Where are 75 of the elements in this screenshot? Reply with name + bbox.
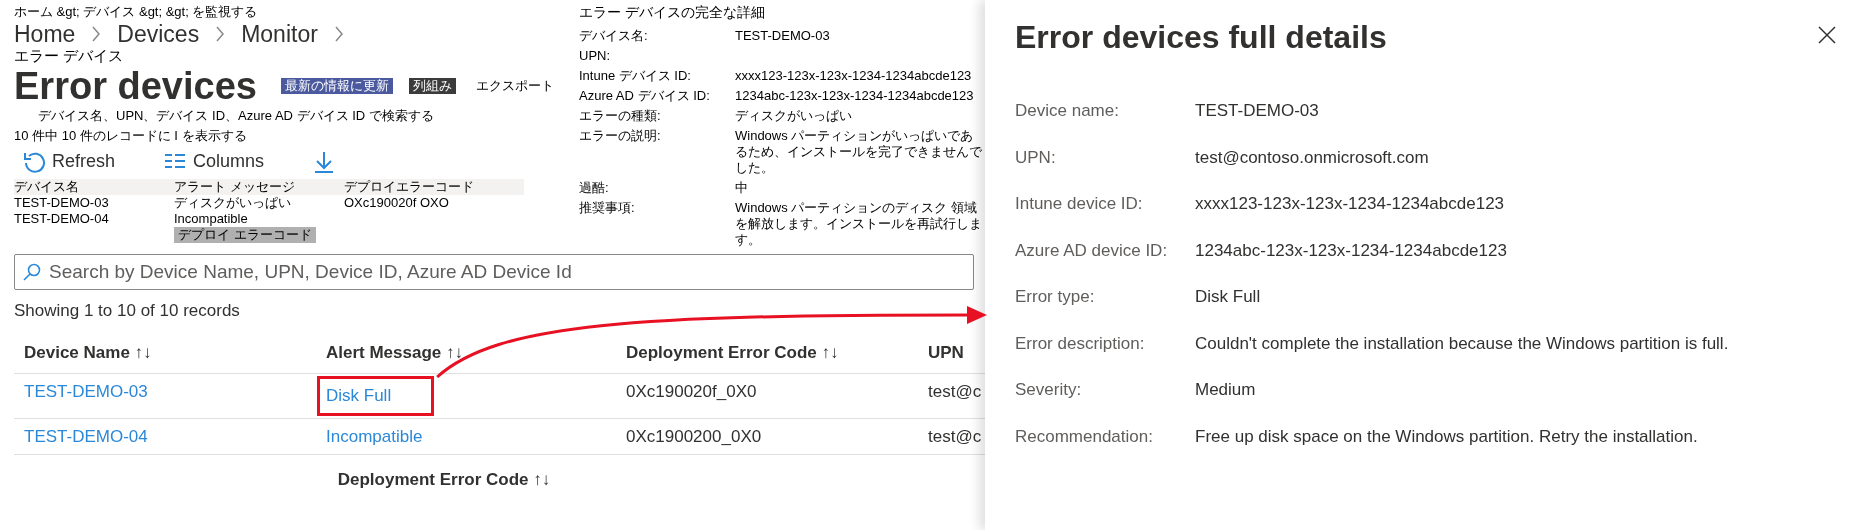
table-link[interactable]: Incompatible <box>326 426 423 446</box>
toolbar-caption: 列組み <box>408 78 456 94</box>
column-header[interactable]: UPN <box>928 342 964 362</box>
field-caption: 過酷: <box>579 180 610 196</box>
refresh-button[interactable]: Refresh <box>22 148 116 175</box>
column-caption: アラート メッセージ <box>174 179 344 195</box>
table-cell: test@c <box>928 426 982 446</box>
field-value: Free up disk space on the Windows partition. Retry the installation. <box>1195 425 1699 448</box>
column-caption: デプロイ エラーコード <box>174 227 316 243</box>
field-value: Medium <box>1195 379 1257 402</box>
field-label: Azure AD device ID: <box>1015 239 1169 262</box>
field-caption: エラーの説明: <box>579 128 662 145</box>
record-count: Showing 1 to 10 of 10 records <box>14 300 241 322</box>
field-value: xxxx123-123x-123x-1234-1234abcde123 <box>1195 193 1506 216</box>
field-label: Error description: <box>1015 332 1146 355</box>
cell-caption: TEST-DEMO-03 <box>14 195 110 211</box>
value-caption: Windows パーティションのディスク 領域を解放します。インストールを再試行します。 <box>735 200 983 248</box>
column-header[interactable]: Alert Message ↑↓ <box>326 342 463 362</box>
field-caption: Intune デバイス ID: <box>579 68 692 84</box>
table-link[interactable]: Disk Full <box>320 379 432 413</box>
column-caption: デバイス名 <box>14 179 174 195</box>
field-label: Recommendation: <box>1015 425 1154 448</box>
search-caption: デバイス名、UPN、デバイス ID、Azure AD デバイス ID で検索する <box>38 108 435 124</box>
field-label: Device name: <box>1015 100 1120 123</box>
toolbar-caption: 最新の情報に更新 <box>280 78 393 94</box>
field-label: Intune device ID: <box>1015 193 1144 216</box>
breadcrumb-link[interactable]: Monitor <box>241 20 318 48</box>
value-caption: xxxx123-123x-123x-1234-1234abcde123 <box>735 68 973 84</box>
record-count-caption: 10 件中 10 件のレコードに I を表示する <box>14 128 248 144</box>
value-caption: Windows パーティションがいっぱいであるため、インストールを完了できませんでした。 <box>735 128 983 176</box>
columns-button[interactable]: Columns <box>163 148 265 175</box>
cell-caption: ディスクがいっぱい <box>174 195 292 211</box>
field-label: UPN: <box>1015 146 1057 169</box>
field-caption: 推奨事項: <box>579 200 636 217</box>
chevron-icon <box>333 25 344 43</box>
breadcrumb-caption: ホーム &gt; デバイス &gt; &gt; を監視する <box>14 4 259 20</box>
field-value: test@contoso.onmicrosoft.com <box>1195 146 1430 169</box>
table-cell: 0Xc190020f_0X0 <box>626 382 757 401</box>
breadcrumb-link[interactable]: Devices <box>117 20 200 48</box>
field-value: TEST-DEMO-03 <box>1195 100 1320 123</box>
column-caption: デプロイエラーコード <box>344 179 524 195</box>
value-caption: TEST-DEMO-03 <box>735 28 831 44</box>
search-field[interactable]: Search by Device Name, UPN, Device ID, Azure AD Device Id <box>14 254 974 290</box>
value-caption: ディスクがいっぱい <box>735 108 853 124</box>
column-header[interactable]: Device Name ↑↓ <box>24 342 152 362</box>
page-title-caption: エラー デバイス <box>14 48 125 64</box>
field-caption: エラーの種類: <box>579 108 662 124</box>
table-link[interactable]: TEST-DEMO-03 <box>24 382 148 401</box>
chevron-icon <box>91 25 102 43</box>
column-header[interactable]: Deployment Error Code ↑↓ <box>626 342 839 362</box>
field-caption: UPN: <box>579 48 612 64</box>
search-icon <box>23 263 41 281</box>
column-header[interactable]: Deployment Error Code ↑↓ <box>337 470 551 489</box>
field-caption: Azure AD デバイス ID: <box>579 88 711 104</box>
chevron-icon <box>215 25 226 43</box>
value-caption: 中 <box>735 180 749 196</box>
field-value: Disk Full <box>1195 286 1262 309</box>
page-title: Error devices <box>14 64 257 108</box>
details-title-caption: エラー デバイスの完全な詳細 <box>579 4 766 20</box>
field-label: Severity: <box>1015 379 1083 402</box>
cell-caption: OXc190020f OXO <box>344 195 450 211</box>
field-label: Error type: <box>1015 286 1096 309</box>
field-value: 1234abc-123x-123x-1234-1234abcde123 <box>1195 239 1508 262</box>
breadcrumb-link[interactable]: Home <box>14 20 76 48</box>
table-cell: 0Xc1900200_0X0 <box>626 426 762 446</box>
value-caption: 1234abc-123x-123x-1234-1234abcde123 <box>735 88 975 104</box>
close-icon[interactable] <box>1816 23 1838 46</box>
table-cell: test@c <box>928 382 982 401</box>
cell-caption: Incompatible <box>174 211 249 227</box>
panel-title: Error devices full details <box>1015 18 1387 57</box>
table-link[interactable]: TEST-DEMO-04 <box>24 426 148 446</box>
field-caption: デバイス名: <box>579 28 649 44</box>
cell-caption: TEST-DEMO-04 <box>14 211 110 227</box>
toolbar-caption: エクスポート <box>474 78 555 94</box>
field-value: Couldn't complete the installation because the Windows partition is full. <box>1195 332 1730 355</box>
